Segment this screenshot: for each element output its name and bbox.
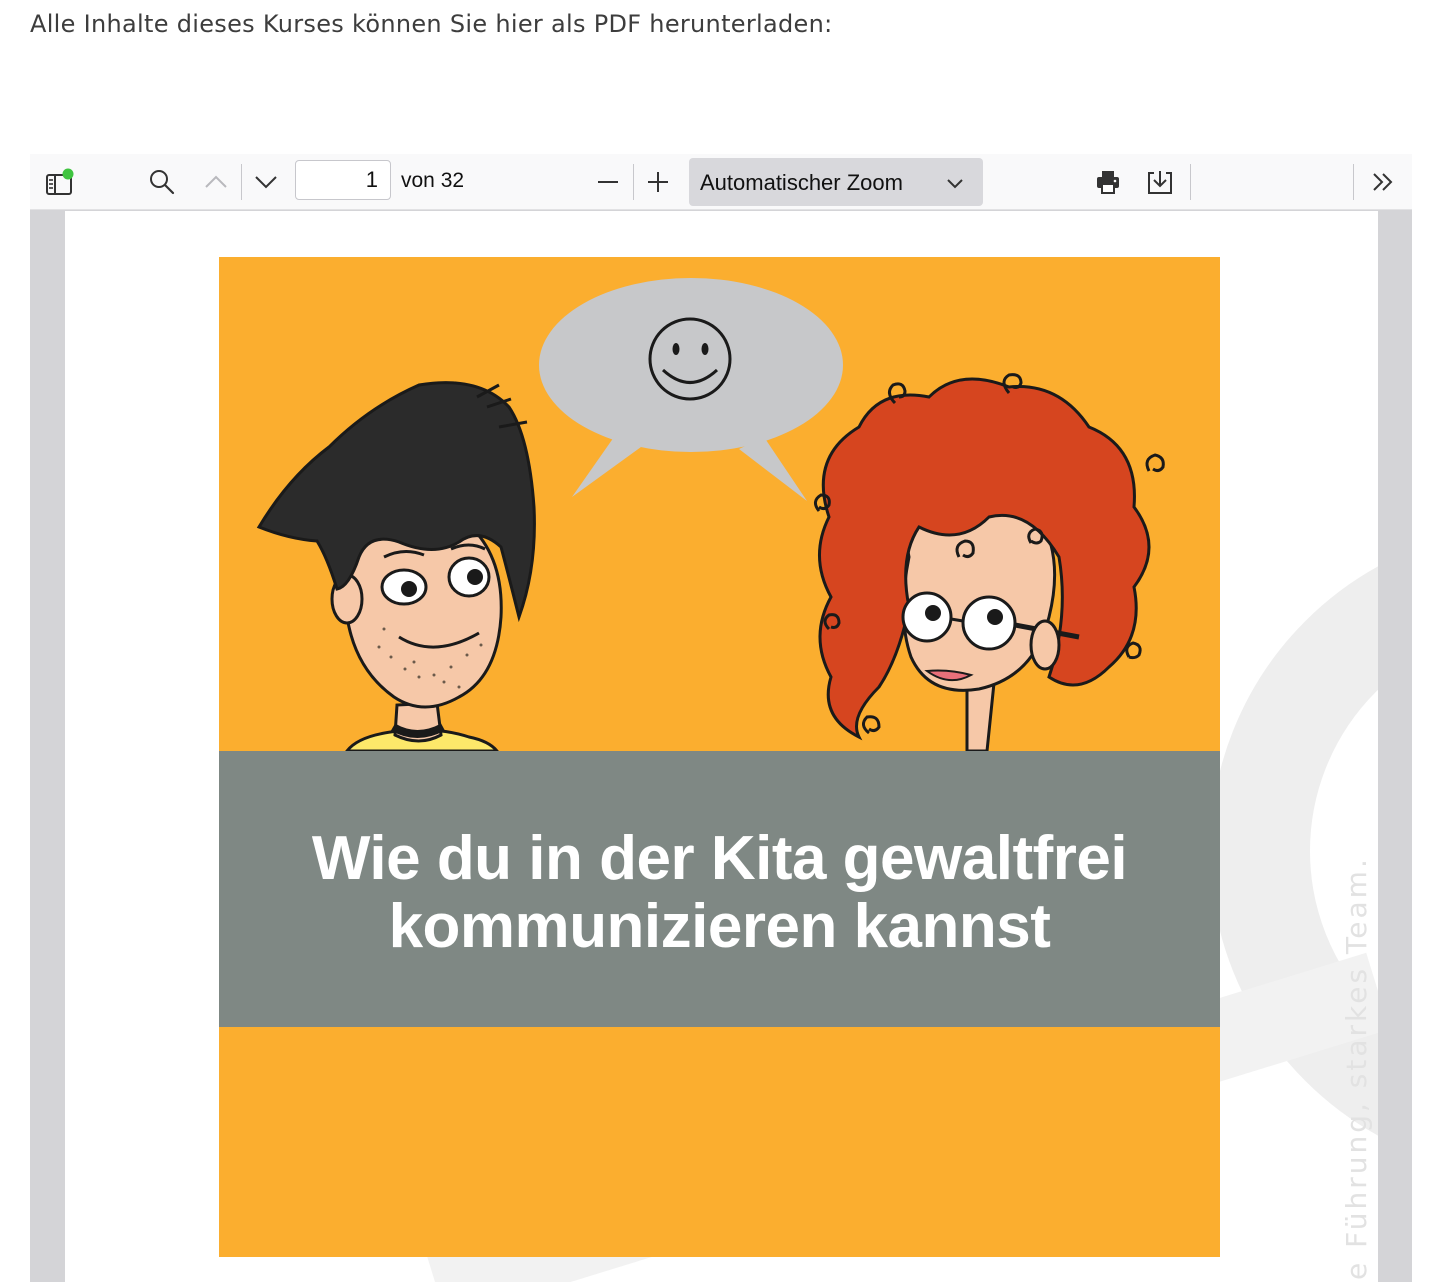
tools-button[interactable] xyxy=(1363,162,1403,202)
sidebar-toggle-button[interactable] xyxy=(38,162,78,202)
woman-character xyxy=(814,373,1165,753)
chevron-down-icon xyxy=(947,179,963,189)
zoom-in-icon xyxy=(648,172,668,192)
toolbar-separator xyxy=(241,164,242,200)
previous-page-button[interactable] xyxy=(196,162,236,202)
man-character xyxy=(256,381,536,753)
zoom-select-value: Automatischer Zoom xyxy=(700,170,903,195)
toolbar-separator xyxy=(1190,164,1191,200)
side-slogan-text: e Führung, starkes Team. xyxy=(1340,856,1373,1280)
next-page-icon xyxy=(255,176,277,189)
toolbar-separator xyxy=(1353,164,1354,200)
cover-title: Wie du in der Kita gewaltfrei kommunizie… xyxy=(219,825,1220,961)
download-button[interactable] xyxy=(1140,162,1180,202)
zoom-out-button[interactable] xyxy=(588,162,628,202)
zoom-out-icon xyxy=(598,181,618,183)
speech-bubble xyxy=(539,278,843,501)
cover-illustration xyxy=(219,278,1220,1027)
intro-text: Alle Inhalte dieses Kurses können Sie hi… xyxy=(30,10,833,38)
search-button[interactable] xyxy=(142,162,182,202)
zoom-select[interactable]: Automatischer Zoom xyxy=(689,158,983,206)
pdf-toolbar: von 32 Automatischer Zoom xyxy=(30,154,1412,210)
tools-icon xyxy=(1373,173,1393,191)
page-count: von 32 xyxy=(401,169,465,192)
toolbar-separator xyxy=(633,164,634,200)
cover-title-line2: kommunizieren kannst xyxy=(388,892,1051,961)
print-button[interactable] xyxy=(1088,162,1128,202)
zoom-in-button[interactable] xyxy=(638,162,678,202)
cover-image: Wie du in der Kita gewaltfrei kommunizie… xyxy=(219,257,1220,1257)
previous-page-icon xyxy=(205,175,227,188)
print-icon xyxy=(1097,171,1119,194)
next-page-button[interactable] xyxy=(246,162,286,202)
sidebar-toggle-icon xyxy=(46,168,74,195)
cover-title-line1: Wie du in der Kita gewaltfrei xyxy=(311,824,1128,893)
pdf-page: Wie du in der Kita gewaltfrei kommunizie… xyxy=(65,211,1378,1282)
search-icon xyxy=(150,170,175,195)
pdf-viewer[interactable]: von 32 Automatischer Zoom xyxy=(30,154,1412,1282)
page-number-input[interactable] xyxy=(295,160,391,200)
download-icon xyxy=(1148,171,1172,194)
status-dot xyxy=(62,168,74,180)
